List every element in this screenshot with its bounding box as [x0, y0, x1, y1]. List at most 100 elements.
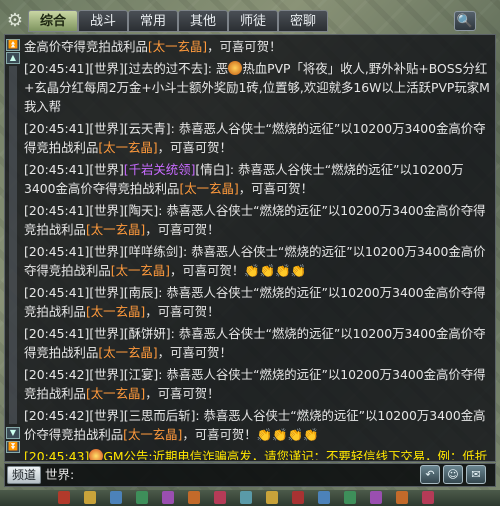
clap-emoji-icon: 👏👏👏👏: [256, 427, 319, 442]
player-name[interactable]: [陶天]: [124, 203, 158, 218]
chat-message: [20:45:41][世界][云天青]: 恭喜恶人谷侠士“燃烧的远征”以1020…: [24, 118, 494, 159]
item-link[interactable]: [太一玄晶]: [123, 427, 182, 442]
message-text: ，可喜可贺！: [145, 222, 220, 237]
item-link[interactable]: [太一玄晶]: [98, 345, 157, 360]
chat-message: [20:45:41][世界][酥饼妍]: 恭喜恶人谷侠士“燃烧的远征”以1020…: [24, 323, 494, 364]
timestamp: [20:45:43]: [24, 449, 90, 460]
channel-tag: [世界]: [89, 61, 124, 76]
item-link[interactable]: [太一玄晶]: [98, 140, 157, 155]
chat-message: [20:45:41][世界][南辰]: 恭喜恶人谷侠士“燃烧的远征”以10200…: [24, 282, 494, 323]
chat-message: [20:45:42][世界][三思而后斩]: 恭喜恶人谷侠士“燃烧的远征”以10…: [24, 405, 494, 446]
channel-tag: [世界]: [89, 121, 124, 136]
chat-message: [20:45:41][世界][陶天]: 恭喜恶人谷侠士“燃烧的远征”以10200…: [24, 200, 494, 241]
player-name[interactable]: [云天青]: [124, 121, 171, 136]
skill-slot-icon[interactable]: [292, 491, 304, 504]
current-channel-label: 世界:: [45, 467, 75, 482]
skill-slot-icon[interactable]: [266, 491, 278, 504]
skill-slot-icon[interactable]: [84, 491, 96, 504]
message-text: ，可喜可贺！: [145, 304, 220, 319]
message-text: ，可喜可贺！: [157, 345, 232, 360]
skill-slot-icon[interactable]: [136, 491, 148, 504]
skill-slot-icon[interactable]: [422, 491, 434, 504]
undo-icon[interactable]: ↶: [420, 465, 440, 484]
tab-other[interactable]: 其他: [178, 10, 228, 32]
skill-slot-icon[interactable]: [240, 491, 252, 504]
chat-message: 金高价夺得竞拍战利品[太一玄晶]，可喜可贺！: [24, 36, 494, 58]
channel-select-button[interactable]: 频道: [7, 466, 41, 484]
chat-message: [20:45:41][世界][咩咩练剑]: 恭喜恶人谷侠士“燃烧的远征”以102…: [24, 241, 494, 282]
skill-slot-icon[interactable]: [110, 491, 122, 504]
channel-tag: [世界]: [89, 326, 124, 341]
item-link[interactable]: [太一玄晶]: [86, 222, 145, 237]
chat-messages: 金高价夺得竞拍战利品[太一玄晶]，可喜可贺！ [20:45:41][世界][过去…: [24, 36, 494, 460]
message-text: ，可喜可贺！: [145, 386, 220, 401]
item-link[interactable]: [太一玄晶]: [148, 39, 207, 54]
channel-tag: [世界]: [89, 203, 124, 218]
tab-private[interactable]: 密聊: [278, 10, 328, 32]
chat-message: [20:45:41][世界][千岩关统领][情白]: 恭喜恶人谷侠士“燃烧的远征…: [24, 159, 494, 200]
timestamp: [20:45:41]: [24, 203, 90, 218]
search-icon[interactable]: 🔍: [454, 11, 476, 31]
skill-slot-icon[interactable]: [214, 491, 226, 504]
timestamp: [20:45:41]: [24, 61, 90, 76]
emoji-icon[interactable]: ☺: [443, 465, 463, 484]
timestamp: [20:45:41]: [24, 162, 90, 177]
gear-icon[interactable]: ⚙: [4, 10, 26, 32]
skill-slot-icon[interactable]: [344, 491, 356, 504]
chat-message: [20:45:42][世界][江宴]: 恭喜恶人谷侠士“燃烧的远征”以10200…: [24, 364, 494, 405]
item-link[interactable]: [太一玄晶]: [86, 386, 145, 401]
timestamp: [20:45:42]: [24, 367, 90, 382]
player-name[interactable]: [情白]: [195, 162, 229, 177]
message-text: 金高价夺得竞拍战利品: [24, 39, 148, 54]
player-name[interactable]: [南辰]: [124, 285, 158, 300]
message-text: ，可喜可贺！: [169, 263, 245, 278]
message-text: ，可喜可贺！: [207, 39, 282, 54]
send-icon[interactable]: ✉: [466, 465, 486, 484]
chevron-up-icon[interactable]: ▲: [6, 52, 20, 64]
tab-general[interactable]: 综合: [28, 10, 78, 32]
vip-badge-icon: [228, 61, 243, 75]
tab-combat[interactable]: 战斗: [78, 10, 128, 32]
timestamp: [20:45:41]: [24, 285, 90, 300]
chat-input[interactable]: [80, 466, 284, 486]
tab-common[interactable]: 常用: [128, 10, 178, 32]
clap-emoji-icon: 👏👏👏👏: [244, 263, 307, 278]
player-name[interactable]: [咩咩练剑]: [124, 244, 183, 259]
channel-tag: [世界]: [89, 367, 124, 382]
timestamp: [20:45:41]: [24, 326, 90, 341]
item-link[interactable]: [太一玄晶]: [86, 304, 145, 319]
skill-slot-icon[interactable]: [370, 491, 382, 504]
message-text: ，可喜可贺！: [238, 181, 314, 196]
skill-bar-strip: [0, 490, 500, 506]
player-name[interactable]: [三思而后斩]: [124, 408, 196, 423]
double-chevron-down-icon[interactable]: ⏬: [6, 441, 20, 453]
gm-badge-icon: [89, 449, 104, 460]
skill-slot-icon[interactable]: [188, 491, 200, 504]
channel-tag: [世界]: [89, 162, 124, 177]
player-name[interactable]: [酥饼妍]: [124, 326, 171, 341]
message-text: ，可喜可贺！: [157, 140, 232, 155]
channel-tag: [世界]: [89, 408, 124, 423]
item-link[interactable]: [太一玄晶]: [179, 181, 238, 196]
item-link[interactable]: [太一玄晶]: [111, 263, 170, 278]
chat-message: [20:45:41][世界][过去的过不去]: 恶热血PVP「将夜」收人,野外补…: [24, 58, 494, 118]
timestamp: [20:45:41]: [24, 244, 90, 259]
double-chevron-up-icon[interactable]: ⏫: [6, 39, 20, 51]
gm-announcement: [20:45:43] GM公告:近期电信诈骗高发，请您谨记：不要轻信线下交易，例：…: [24, 446, 494, 460]
message-text: : 恶: [207, 61, 229, 76]
message-text: ，可喜可贺！: [182, 427, 257, 442]
skill-slot-icon[interactable]: [58, 491, 70, 504]
timestamp: [20:45:42]: [24, 408, 90, 423]
chat-tab-bar: ⚙ 综合 战斗 常用 其他 师徒 密聊 🔍: [0, 8, 500, 34]
skill-slot-icon[interactable]: [162, 491, 174, 504]
timestamp: [20:45:41]: [24, 121, 90, 136]
player-title[interactable]: [千岩关统领]: [124, 162, 196, 177]
tab-mentor[interactable]: 师徒: [228, 10, 278, 32]
player-name[interactable]: [江宴]: [124, 367, 158, 382]
scrollbar[interactable]: [9, 66, 17, 424]
chevron-down-icon[interactable]: ▼: [6, 427, 20, 439]
skill-slot-icon[interactable]: [396, 491, 408, 504]
channel-tag: [世界]: [89, 285, 124, 300]
player-name[interactable]: [过去的过不去]: [124, 61, 208, 76]
skill-slot-icon[interactable]: [318, 491, 330, 504]
